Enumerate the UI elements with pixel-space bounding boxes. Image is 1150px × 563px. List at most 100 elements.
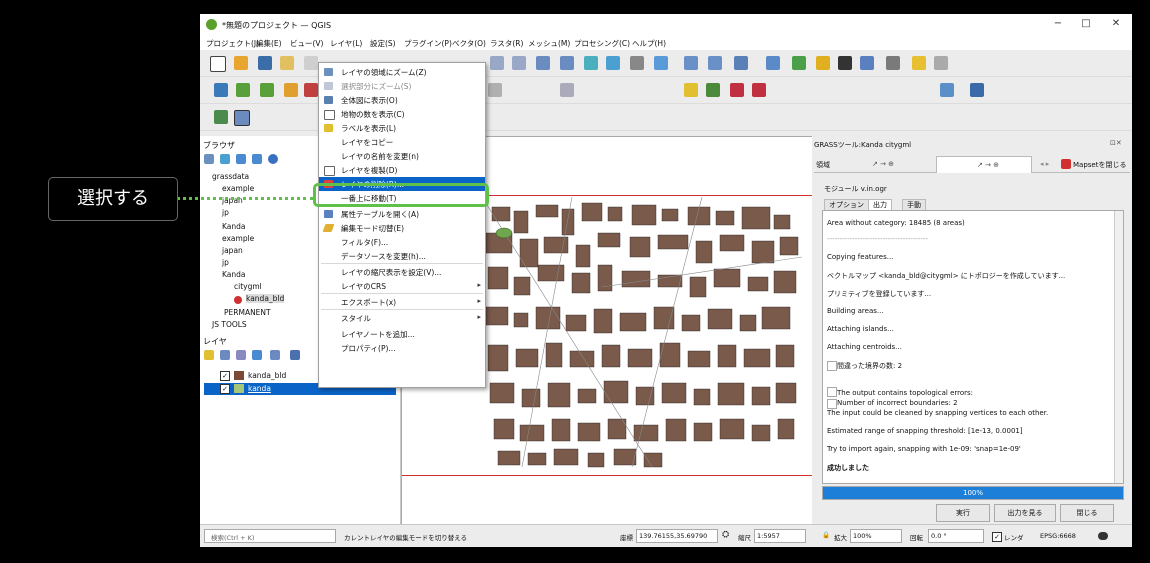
locator-icon[interactable] xyxy=(934,56,948,70)
coord-toggle-icon[interactable]: ⛭ xyxy=(722,530,729,540)
tree-kanda-bld[interactable]: kanda_bld xyxy=(246,294,285,303)
layout-manager-icon[interactable] xyxy=(304,56,318,70)
select-icon[interactable] xyxy=(708,56,722,70)
crs-button[interactable]: EPSG:6668 xyxy=(1040,532,1076,540)
menu-show-feature-count[interactable]: 地物の数を表示(C) xyxy=(319,107,485,121)
layer-style-icon[interactable] xyxy=(204,350,214,360)
menu-duplicate-layer[interactable]: レイヤを複製(D) xyxy=(319,163,485,177)
view-output-button[interactable]: 出力を見る xyxy=(994,504,1056,522)
menu-properties[interactable]: プロパティ(P)... xyxy=(319,341,485,355)
output-log[interactable]: Area without category: 18485 (8 areas) -… xyxy=(822,210,1124,484)
locator-search-input[interactable]: 検索(Ctrl + K) xyxy=(204,529,336,543)
tree-permanent[interactable]: PERMANENT xyxy=(224,308,271,317)
magnify-field[interactable]: 100% xyxy=(850,529,902,543)
menu-raster[interactable]: ラスタ(R) xyxy=(490,38,523,49)
menu-view[interactable]: ビュー(V) xyxy=(290,38,323,49)
menu-export[interactable]: エクスポート(x) ▸ xyxy=(319,295,485,309)
log-scrollbar[interactable] xyxy=(1114,211,1123,483)
label-pin-icon[interactable] xyxy=(706,83,720,97)
field-calculator-icon[interactable] xyxy=(792,56,806,70)
properties-icon[interactable] xyxy=(268,154,278,164)
menu-add-layer-note[interactable]: レイヤノートを追加... xyxy=(319,327,485,341)
save-project-icon[interactable] xyxy=(258,56,272,70)
close-module-button[interactable]: 閉じる xyxy=(1060,504,1114,522)
attribute-table-icon[interactable] xyxy=(766,56,780,70)
menu-plugins[interactable]: プラグイン(P) xyxy=(404,38,452,49)
tree-citygml[interactable]: citygml xyxy=(234,282,262,291)
rotation-field[interactable]: 0.0 ° xyxy=(928,529,984,543)
zoom-layer-icon[interactable] xyxy=(584,56,598,70)
filter-browser-icon[interactable] xyxy=(236,154,246,164)
menu-layer[interactable]: レイヤ(L) xyxy=(330,38,362,49)
menu-help[interactable]: ヘルプ(H) xyxy=(632,38,666,49)
layer-visibility-checkbox[interactable]: ✓ xyxy=(220,384,230,394)
refresh-browser-icon[interactable] xyxy=(220,154,230,164)
tab-module-1[interactable]: ↗ → ⊕ xyxy=(872,160,894,168)
minimize-button[interactable]: − xyxy=(1048,18,1068,29)
scale-field[interactable]: 1:5957 xyxy=(754,529,806,543)
tree-kanda[interactable]: Kanda xyxy=(222,222,246,231)
menu-zoom-to-selection[interactable]: 選択部分にズーム(S) xyxy=(319,79,485,93)
identify-icon[interactable] xyxy=(684,56,698,70)
label-tool-icon[interactable] xyxy=(684,83,698,97)
menu-layer-crs[interactable]: レイヤのCRS ▸ xyxy=(319,279,485,293)
messages-icon[interactable] xyxy=(1098,532,1108,540)
tree-grass-kanda[interactable]: Kanda xyxy=(222,270,246,279)
filter-expression-icon[interactable] xyxy=(270,350,280,360)
tab-region[interactable]: 領域 xyxy=(816,160,830,170)
zoom-in-icon[interactable] xyxy=(512,56,526,70)
panel-float-icon[interactable]: ⊡✕ xyxy=(1110,139,1122,147)
tree-jp[interactable]: jp xyxy=(222,208,229,217)
deselect-icon[interactable] xyxy=(734,56,748,70)
tab-module-active[interactable]: ↗ → ⊕ xyxy=(936,156,1032,173)
zoom-out-icon[interactable] xyxy=(536,56,550,70)
menu-processing[interactable]: プロセシング(C) xyxy=(574,38,630,49)
menu-copy-layer[interactable]: レイヤをコピー xyxy=(319,135,485,149)
tree-grass-example[interactable]: example xyxy=(222,234,254,243)
vertex-tool-icon[interactable] xyxy=(560,83,574,97)
grass-tools-toggle-icon[interactable] xyxy=(234,110,250,126)
add-vector-icon[interactable] xyxy=(236,83,250,97)
annotation-icon[interactable] xyxy=(886,56,900,70)
tree-grass-jp[interactable]: jp xyxy=(222,258,229,267)
digitize-icon[interactable] xyxy=(488,83,502,97)
zoom-full-icon[interactable] xyxy=(560,56,574,70)
add-csv-icon[interactable] xyxy=(284,83,298,97)
add-group-icon[interactable] xyxy=(220,350,230,360)
tree-grass-japan[interactable]: japan xyxy=(222,246,243,255)
menu-rename-layer[interactable]: レイヤの名前を変更(n) xyxy=(319,149,485,163)
close-mapset-button[interactable]: Mapsetを閉じる xyxy=(1073,160,1126,170)
expand-all-icon[interactable] xyxy=(290,350,300,360)
menu-vector[interactable]: ベクタ(O) xyxy=(452,38,486,49)
add-selected-icon[interactable] xyxy=(204,154,214,164)
sum-icon[interactable] xyxy=(838,56,852,70)
menu-project[interactable]: プロジェクト(J) xyxy=(206,38,259,49)
python-icon[interactable] xyxy=(940,83,954,97)
tree-js-tools[interactable]: JS TOOLS xyxy=(212,320,247,329)
menu-set-scale-visibility[interactable]: レイヤの縮尺表示を設定(V)... xyxy=(319,265,485,279)
collapse-all-icon[interactable] xyxy=(252,154,262,164)
new-print-layout-icon[interactable] xyxy=(280,56,294,70)
coord-field[interactable]: 139.76155,35.69790 xyxy=(636,529,718,543)
menu-change-data-source[interactable]: データソースを変更(h)... xyxy=(319,249,485,263)
close-button[interactable]: ✕ xyxy=(1106,18,1126,29)
menu-zoom-to-layer[interactable]: レイヤの領域にズーム(Z) xyxy=(319,65,485,79)
manage-themes-icon[interactable] xyxy=(236,350,246,360)
tree-example[interactable]: example xyxy=(222,184,254,193)
new-project-icon[interactable] xyxy=(210,56,226,72)
data-source-manager-icon[interactable] xyxy=(214,83,228,97)
lock-icon[interactable]: 🔒 xyxy=(822,531,830,539)
tab-scroll-arrows[interactable]: ◂ ▸ xyxy=(1040,160,1049,168)
render-checkbox[interactable]: ✓ xyxy=(992,532,1002,542)
grass-open-mapset-icon[interactable] xyxy=(214,110,228,124)
menu-show-labels[interactable]: ラベルを表示(L) xyxy=(319,121,485,135)
layer-visibility-checkbox[interactable]: ✓ xyxy=(220,371,230,381)
open-project-icon[interactable] xyxy=(234,56,248,70)
measure-icon[interactable] xyxy=(860,56,874,70)
run-button[interactable]: 実行 xyxy=(936,504,990,522)
grass-tools-icon[interactable] xyxy=(970,83,984,97)
label-move-icon[interactable] xyxy=(752,83,766,97)
menu-settings[interactable]: 設定(S) xyxy=(370,38,396,49)
menu-show-in-overview[interactable]: 全体図に表示(O) xyxy=(319,93,485,107)
pan-icon[interactable] xyxy=(490,56,504,70)
